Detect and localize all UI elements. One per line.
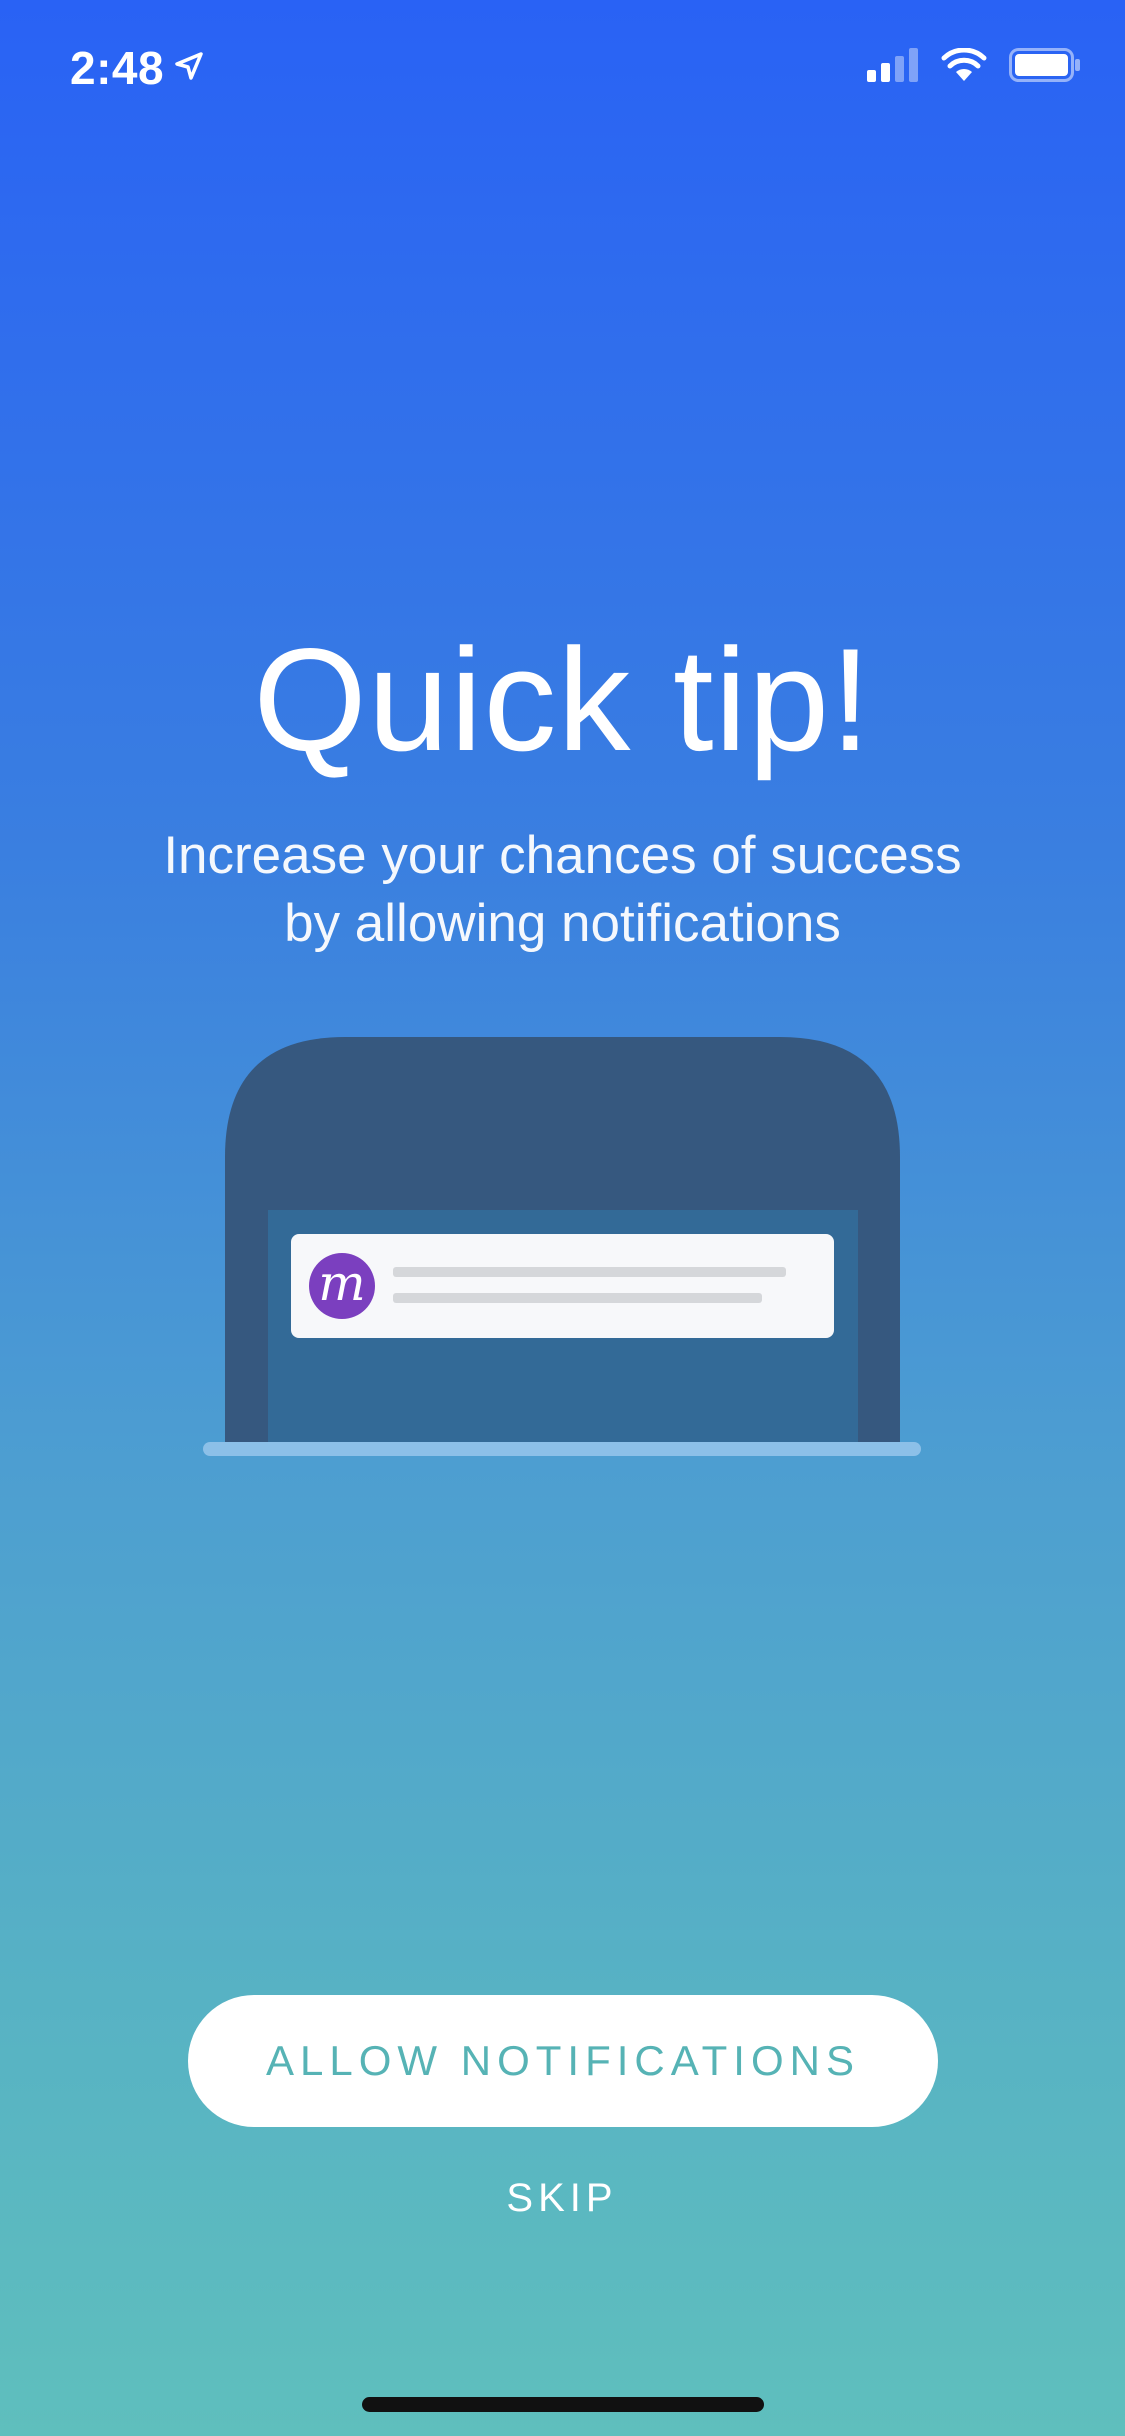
app-logo-icon: m [309,1253,375,1319]
location-arrow-icon [174,51,204,86]
app-logo-letter: m [318,1254,366,1312]
notification-line [393,1293,762,1303]
laptop-illustration: m [200,1035,925,1460]
battery-icon [1009,48,1081,87]
cellular-signal-icon [867,48,919,87]
status-time-group: 2:48 [70,38,204,98]
page-subtitle: Increase your chances of success by allo… [163,826,962,953]
home-indicator[interactable] [362,2397,764,2412]
notification-card: m [291,1234,834,1338]
notification-line [393,1267,786,1277]
page-title: Quick tip! [253,618,872,781]
skip-button[interactable]: SKIP [462,2163,662,2233]
status-time: 2:48 [70,42,165,94]
status-bar: 2:48 [0,0,1125,132]
allow-notifications-button[interactable]: ALLOW NOTIFICATIONS [188,1995,938,2127]
wifi-icon [941,47,987,87]
status-icons [867,47,1081,87]
